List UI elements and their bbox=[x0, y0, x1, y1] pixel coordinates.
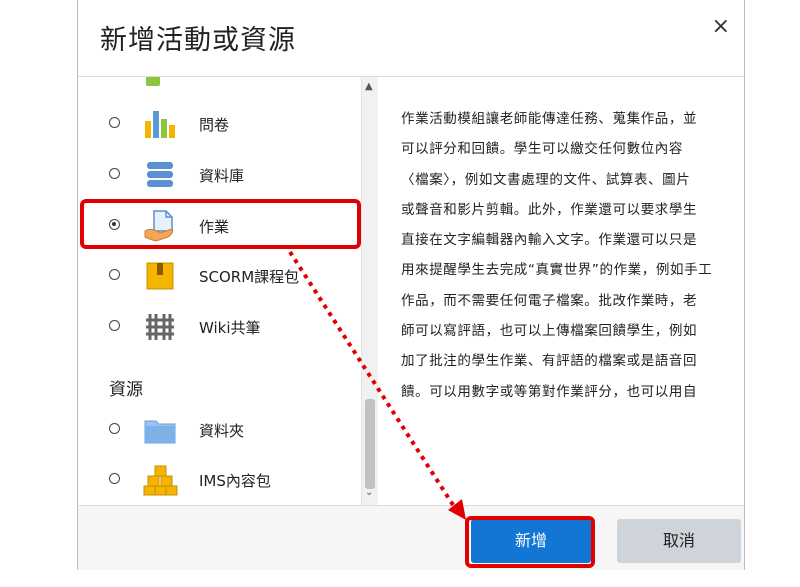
description-line: 直接在文字編輯器內輸入文字。作業還可以只是 bbox=[401, 232, 698, 249]
description-line: 作品，而不需要任何電子檔案。批改作業時，老 bbox=[401, 292, 698, 309]
cancel-button[interactable]: 取消 bbox=[617, 519, 741, 563]
activity-list: 問卷 資料庫 作業 SCORM課程包 Wiki共筆 資源 資料夾 IMS內容包 bbox=[78, 77, 379, 505]
section-heading-resources: 資源 bbox=[109, 380, 143, 400]
description-line: 作業活動模組讓老師能傳達任務、蒐集作品，並 bbox=[401, 111, 698, 127]
dialog-footer: 新增 取消 bbox=[78, 505, 744, 570]
stacked-boxes-icon bbox=[142, 463, 178, 497]
folder-icon bbox=[142, 413, 178, 447]
list-item-label: SCORM課程包 bbox=[199, 268, 300, 286]
list-item-survey[interactable]: 問卷 bbox=[78, 99, 361, 149]
list-item-label: IMS內容包 bbox=[199, 472, 271, 490]
description-line: 可以評分和回饋。學生可以繳交任何數位內容 bbox=[401, 141, 683, 158]
scrollbar-thumb[interactable] bbox=[365, 399, 375, 489]
list-item-ims[interactable]: IMS內容包 bbox=[78, 455, 361, 505]
description-line: 〈檔案〉，例如文書處理的文件、試算表、圖片 bbox=[401, 171, 691, 188]
radio-button[interactable] bbox=[109, 473, 120, 484]
description-line: 加了批注的學生作業、有評語的檔案或是語音回 bbox=[401, 353, 698, 370]
close-icon[interactable]: × bbox=[712, 16, 730, 38]
description-line: 用來提醒學生去完成“真實世界”的作業，例如手工 bbox=[401, 262, 713, 279]
activity-description: 作業活動模組讓老師能傳達任務、蒐集作品，並 可以評分和回饋。學生可以繳交任何數位… bbox=[401, 104, 719, 407]
selected-item-highlight bbox=[80, 199, 361, 249]
list-item-folder[interactable]: 資料夾 bbox=[78, 405, 361, 455]
radio-button[interactable] bbox=[109, 168, 120, 179]
bar-chart-icon bbox=[142, 107, 178, 141]
add-button-highlight bbox=[465, 516, 595, 568]
list-item-database[interactable]: 資料庫 bbox=[78, 150, 361, 200]
list-item-scorm[interactable]: SCORM課程包 bbox=[78, 251, 361, 301]
list-item-label: 資料庫 bbox=[199, 167, 245, 185]
radio-button[interactable] bbox=[109, 320, 120, 331]
scroll-down-icon[interactable]: ⌄ bbox=[365, 487, 373, 498]
add-activity-dialog: 新增活動或資源 × 問卷 資料庫 作業 SCORM課程包 Wiki共筆 資源 資… bbox=[77, 0, 745, 570]
database-icon bbox=[142, 158, 178, 192]
list-item-wiki[interactable]: Wiki共筆 bbox=[78, 302, 361, 352]
list-item-label: 資料夾 bbox=[199, 422, 245, 440]
scroll-up-icon[interactable]: ▲ bbox=[365, 81, 373, 92]
partial-icon bbox=[146, 77, 160, 86]
description-line: 師可以寫評語，也可以上傳檔案回饋學生，例如 bbox=[401, 323, 698, 340]
wiki-icon bbox=[142, 310, 178, 344]
list-item-label: 問卷 bbox=[199, 116, 230, 134]
radio-button[interactable] bbox=[109, 269, 120, 280]
radio-button[interactable] bbox=[109, 117, 120, 128]
dialog-header: 新增活動或資源 × bbox=[78, 0, 744, 77]
list-scrollbar[interactable]: ▲ ⌄ bbox=[361, 77, 378, 505]
package-box-icon bbox=[142, 259, 178, 293]
description-line: 或聲音和影片剪輯。此外，作業還可以要求學生 bbox=[401, 201, 698, 218]
description-line: 饋。可以用數字或等第對作業評分，也可以用自 bbox=[401, 383, 698, 400]
dialog-title: 新增活動或資源 bbox=[100, 25, 296, 56]
list-item-label: Wiki共筆 bbox=[199, 319, 261, 337]
radio-button[interactable] bbox=[109, 423, 120, 434]
